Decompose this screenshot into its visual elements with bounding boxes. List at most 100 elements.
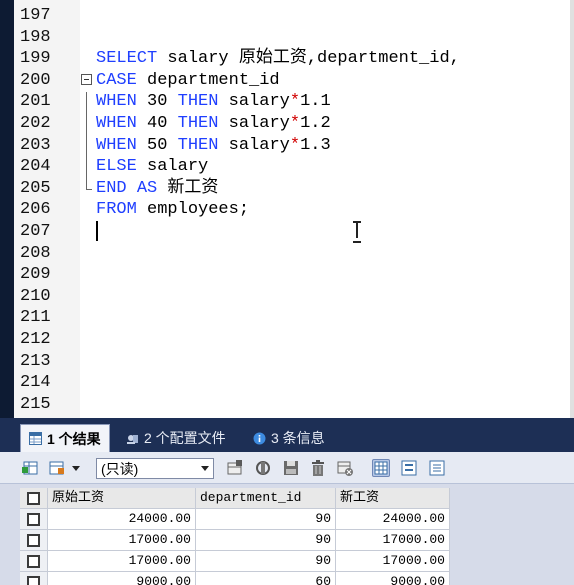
checkbox-icon[interactable] <box>27 555 40 568</box>
cell-new-salary[interactable]: 17000.00 <box>336 530 450 551</box>
form-view-icon[interactable] <box>400 459 418 477</box>
grid-header-row: 原始工资 department_id 新工资 <box>20 488 450 509</box>
cell-new-salary[interactable]: 24000.00 <box>336 509 450 530</box>
line-number: 215 <box>20 394 51 414</box>
code-line[interactable]: 198 <box>14 27 570 49</box>
checkbox-icon[interactable] <box>27 513 40 526</box>
cell-department-id[interactable]: 90 <box>196 530 336 551</box>
line-number: 214 <box>20 373 51 393</box>
column-header-original-salary[interactable]: 原始工资 <box>48 488 196 509</box>
select-all-cell[interactable] <box>20 488 48 509</box>
table-row[interactable]: 24000.00 90 24000.00 <box>20 509 450 530</box>
text-view-icon[interactable] <box>428 459 446 477</box>
code-text[interactable]: ELSE salary <box>96 156 208 178</box>
code-line[interactable]: 209 <box>14 264 570 286</box>
delete-icon[interactable] <box>309 459 327 477</box>
code-text[interactable]: WHEN 30 THEN salary*1.1 <box>96 91 331 113</box>
read-only-mode-value: (只读) <box>101 460 139 477</box>
tab-profiles-label: 2 个配置文件 <box>144 430 226 446</box>
code-text[interactable]: END AS 新工资 <box>96 178 218 200</box>
add-row-icon[interactable] <box>226 459 244 477</box>
code-line[interactable]: 214 <box>14 372 570 394</box>
code-line[interactable]: 208 <box>14 243 570 265</box>
tab-results[interactable]: 1 个结果 <box>20 424 110 452</box>
cell-department-id[interactable]: 60 <box>196 572 336 585</box>
code-line[interactable]: 211 <box>14 307 570 329</box>
code-line[interactable]: 205 END AS 新工资 <box>14 178 570 200</box>
discard-changes-icon[interactable] <box>336 459 354 477</box>
sql-token: department_id <box>136 70 280 90</box>
line-number: 213 <box>20 351 51 371</box>
cell-original-salary[interactable]: 9000.00 <box>48 572 196 585</box>
code-line[interactable]: 199 SELECT salary 原始工资,department_id, <box>14 48 570 70</box>
code-text[interactable]: SELECT salary 原始工资,department_id, <box>96 48 460 70</box>
sql-token: 50 <box>136 135 178 155</box>
fold-toggle-icon[interactable] <box>81 73 92 85</box>
sql-operator: * <box>289 114 301 133</box>
window-edge <box>0 0 14 418</box>
tab-messages[interactable]: 3 条信息 <box>245 424 333 452</box>
sql-token: salary 原始工资,department_id, <box>157 49 460 69</box>
code-line[interactable]: 201 WHEN 30 THEN salary*1.1 <box>14 91 570 113</box>
line-number: 201 <box>20 92 51 112</box>
line-number: 207 <box>20 222 51 241</box>
code-text[interactable]: CASE department_id <box>96 70 280 92</box>
duplicate-row-icon[interactable] <box>254 459 272 477</box>
checkbox-icon[interactable] <box>27 576 40 585</box>
column-header-new-salary[interactable]: 新工资 <box>336 488 450 509</box>
cell-department-id[interactable]: 90 <box>196 509 336 530</box>
tab-profiles[interactable]: 2 个配置文件 <box>118 424 234 452</box>
code-text[interactable]: FROM employees; <box>96 199 249 221</box>
line-number: 206 <box>20 200 51 220</box>
code-text[interactable]: WHEN 40 THEN salary*1.2 <box>96 113 331 135</box>
result-grid-icon <box>29 432 42 445</box>
grid-view-icon[interactable] <box>372 459 390 477</box>
row-select-cell[interactable] <box>20 572 48 585</box>
line-number: 198 <box>20 27 51 47</box>
sql-editor[interactable]: 197 198 199 SELECT salary 原始工资,department_i… <box>0 0 574 418</box>
row-select-cell[interactable] <box>20 551 48 572</box>
code-line[interactable]: 213 <box>14 351 570 373</box>
save-icon[interactable] <box>282 459 300 477</box>
sql-keyword: END <box>96 178 127 198</box>
sql-keyword: FROM <box>96 200 137 220</box>
code-text[interactable]: WHEN 50 THEN salary*1.3 <box>96 135 331 157</box>
table-row[interactable]: 17000.00 90 17000.00 <box>20 551 450 572</box>
export-grid-icon[interactable] <box>22 459 40 477</box>
code-line[interactable]: 210 <box>14 286 570 308</box>
import-grid-icon[interactable] <box>48 459 66 477</box>
sql-keyword: THEN <box>177 114 219 133</box>
chevron-down-icon[interactable] <box>72 466 80 471</box>
row-select-cell[interactable] <box>20 530 48 551</box>
cell-original-salary[interactable]: 24000.00 <box>48 509 196 530</box>
cell-department-id[interactable]: 90 <box>196 551 336 572</box>
row-select-cell[interactable] <box>20 509 48 530</box>
cell-original-salary[interactable]: 17000.00 <box>48 530 196 551</box>
table-row[interactable]: 17000.00 90 17000.00 <box>20 530 450 551</box>
line-number: 200 <box>20 70 51 90</box>
column-header-department-id[interactable]: department_id <box>196 488 336 509</box>
checkbox-icon[interactable] <box>27 534 40 547</box>
code-line[interactable]: 206 FROM employees; <box>14 199 570 221</box>
tab-messages-label: 3 条信息 <box>271 430 325 446</box>
cell-new-salary[interactable]: 17000.00 <box>336 551 450 572</box>
code-line[interactable]: 215 <box>14 394 570 416</box>
cell-new-salary[interactable]: 9000.00 <box>336 572 450 585</box>
code-line[interactable]: 203 WHEN 50 THEN salary*1.3 <box>14 135 570 157</box>
read-only-mode-select[interactable]: (只读) <box>96 458 214 479</box>
editor-scrollbar[interactable] <box>570 0 574 418</box>
line-number: 209 <box>20 265 51 285</box>
code-line[interactable]: 202 WHEN 40 THEN salary*1.2 <box>14 113 570 135</box>
code-line[interactable]: 197 <box>14 5 570 27</box>
checkbox-icon[interactable] <box>27 492 40 505</box>
table-row[interactable]: 9000.00 60 9000.00 <box>20 572 450 585</box>
code-line[interactable]: 204 ELSE salary <box>14 156 570 178</box>
profile-icon <box>126 432 139 445</box>
line-number: 211 <box>20 308 51 328</box>
result-grid[interactable]: 原始工资 department_id 新工资 24000.00 90 24000… <box>20 488 450 585</box>
sql-token: 40 <box>136 114 178 133</box>
code-line[interactable]: 200 CASE department_id <box>14 70 570 92</box>
cell-original-salary[interactable]: 17000.00 <box>48 551 196 572</box>
code-line[interactable]: 212 <box>14 329 570 351</box>
